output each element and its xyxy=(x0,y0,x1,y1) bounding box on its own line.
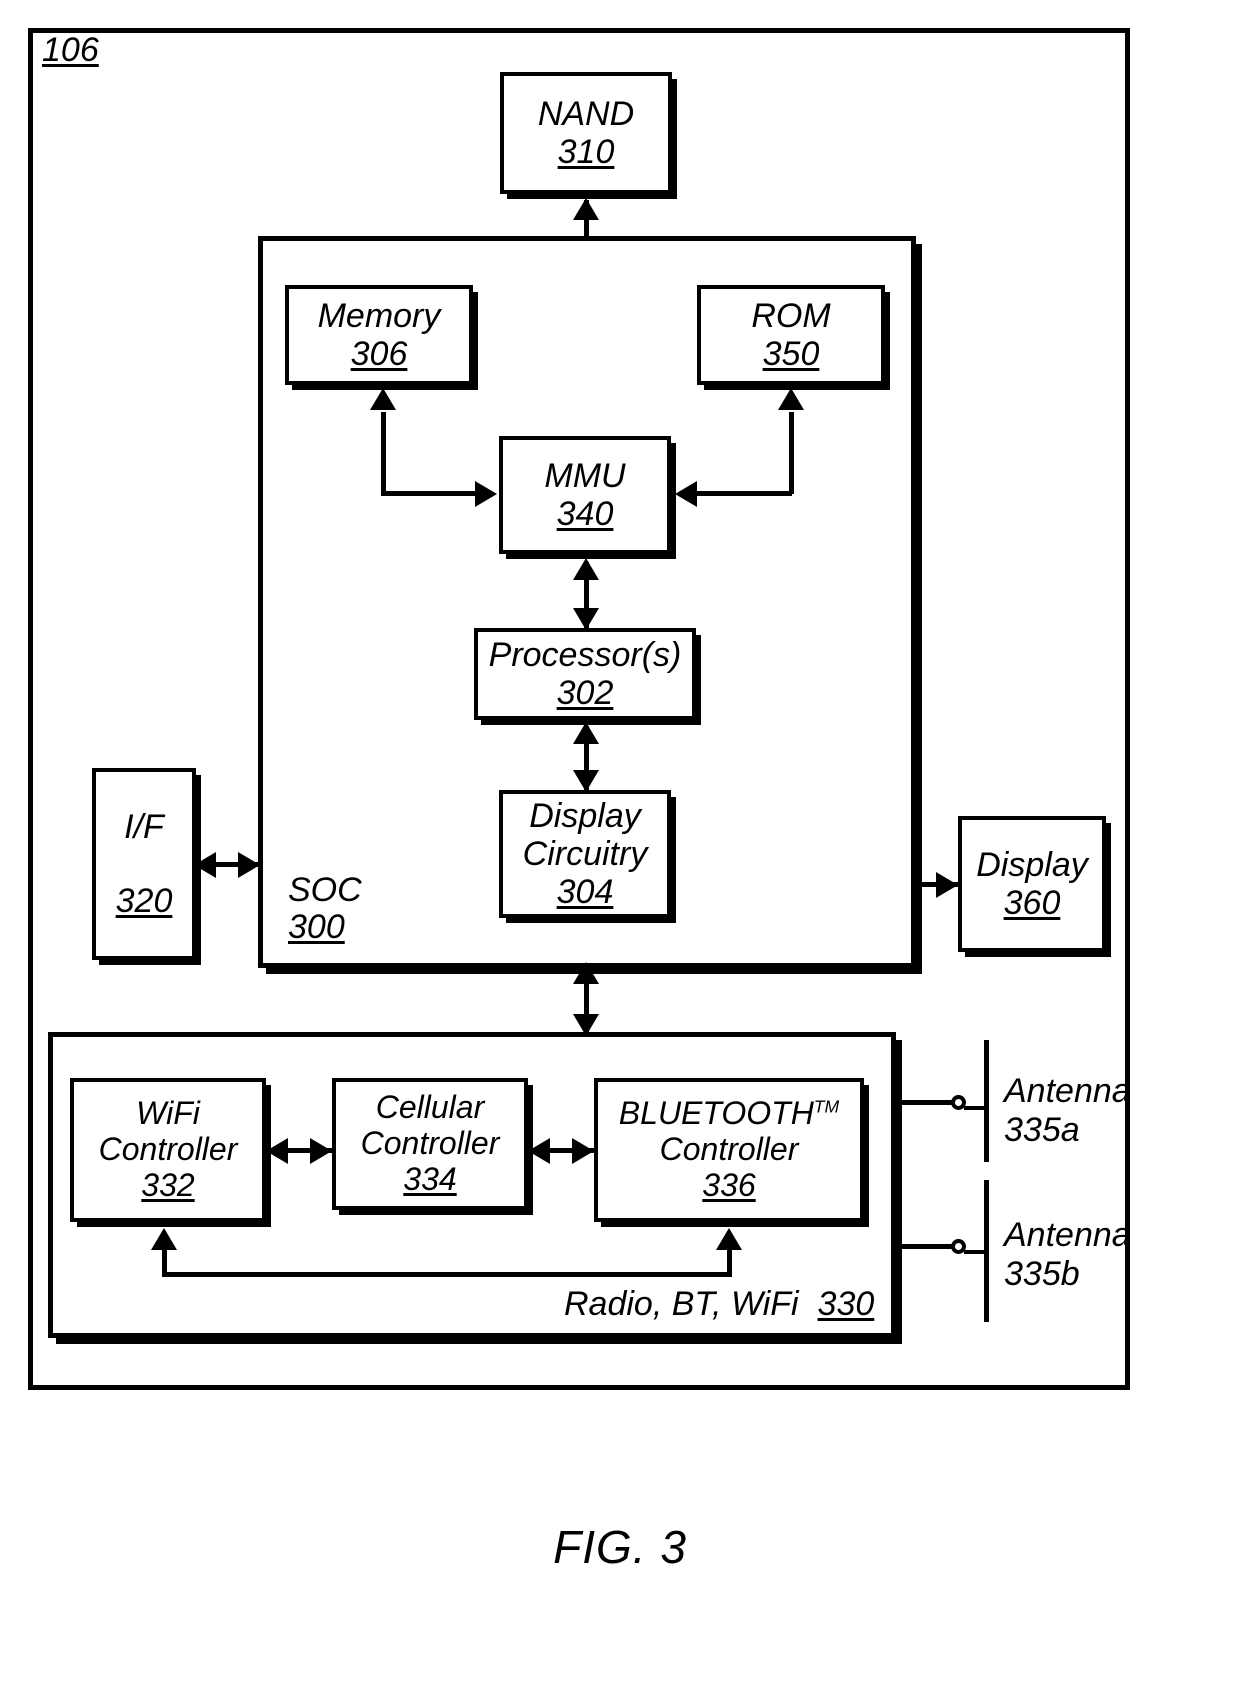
soc-ref: 300 xyxy=(288,908,345,947)
rom-ref: 350 xyxy=(762,335,820,373)
arrow-mmu-processor-up xyxy=(573,558,599,580)
line-rom-vertical xyxy=(789,412,794,494)
radio-label: Radio, BT, WiFi xyxy=(564,1285,799,1323)
bluetooth-controller-label-line1: BLUETOOTHTM xyxy=(618,1095,840,1132)
block-cellular-controller: Cellular Controller 334 xyxy=(332,1078,528,1210)
antenna-a-label-group: Antenna 335a xyxy=(1004,1072,1131,1150)
line-feedback-bus xyxy=(162,1272,732,1277)
cellular-controller-label-line2: Controller xyxy=(360,1125,500,1162)
display-circuitry-label-line1: Display xyxy=(529,796,641,835)
antenna-a-ref: 335a xyxy=(1004,1111,1080,1150)
interface-ref: 320 xyxy=(115,881,173,920)
mmu-ref: 340 xyxy=(556,495,614,533)
antenna-b-label: Antenna xyxy=(1004,1216,1131,1254)
arrow-processor-dc-up xyxy=(573,722,599,744)
soc-label-group: SOC 300 xyxy=(288,871,362,947)
display-label: Display xyxy=(976,845,1088,884)
arrow-memory-to-mmu xyxy=(475,481,497,507)
arrow-memory-up xyxy=(370,388,396,410)
arrow-cellular-bluetooth-right xyxy=(572,1138,594,1164)
block-wifi-controller: WiFi Controller 332 xyxy=(70,1078,266,1222)
trademark-symbol: TM xyxy=(813,1096,840,1117)
bluetooth-controller-name: BLUETOOTH xyxy=(618,1095,814,1132)
arrow-cellular-bluetooth-left xyxy=(528,1138,550,1164)
display-circuitry-ref: 304 xyxy=(556,873,614,912)
bluetooth-controller-ref: 336 xyxy=(702,1166,756,1203)
rom-label: ROM xyxy=(751,296,831,335)
wifi-controller-ref: 332 xyxy=(141,1166,195,1203)
arrow-wifi-cellular-left xyxy=(266,1138,288,1164)
arrow-feedback-to-wifi xyxy=(151,1228,177,1250)
soc-label: SOC xyxy=(288,871,362,909)
arrow-soc-to-display xyxy=(936,872,958,898)
bluetooth-controller-label-line2: Controller xyxy=(659,1131,799,1168)
line-rom-horizontal xyxy=(697,491,792,496)
block-nand: NAND 310 xyxy=(500,72,672,194)
processor-ref: 302 xyxy=(556,674,614,712)
processor-label: Processor(s) xyxy=(488,635,682,674)
arrow-rom-up xyxy=(778,388,804,410)
line-radio-to-antenna-b xyxy=(896,1244,958,1249)
outer-boundary-ref-106: 106 xyxy=(42,31,99,69)
display-circuitry-label-line2: Circuitry xyxy=(522,834,648,873)
antenna-b-label-group: Antenna 335b xyxy=(1004,1216,1131,1294)
arrow-interface-left xyxy=(194,852,216,878)
block-display-circuitry: Display Circuitry 304 xyxy=(499,790,671,918)
block-interface: I/F 320 xyxy=(92,768,196,960)
outer-boundary-ref-value: 106 xyxy=(42,31,99,69)
display-ref: 360 xyxy=(1003,884,1061,922)
nand-ref: 310 xyxy=(557,133,615,171)
block-processor: Processor(s) 302 xyxy=(474,628,696,720)
block-mmu: MMU 340 xyxy=(499,436,671,554)
memory-ref: 306 xyxy=(350,335,408,373)
mmu-label: MMU xyxy=(544,456,626,495)
arrow-interface-right xyxy=(238,852,260,878)
line-feedback-left-riser xyxy=(162,1248,167,1276)
arrow-mmu-processor-down xyxy=(573,608,599,630)
wifi-controller-label-line2: Controller xyxy=(98,1131,238,1168)
block-display: Display 360 xyxy=(958,816,1106,952)
interface-label: I/F xyxy=(124,807,164,846)
patent-figure-3: 106 NAND 310 SOC 300 Memory 306 ROM 350 … xyxy=(0,0,1240,1684)
arrow-wifi-cellular-right xyxy=(310,1138,332,1164)
antenna-a-mast-icon xyxy=(984,1040,989,1162)
antenna-b-ref: 335b xyxy=(1004,1255,1080,1294)
radio-label-group: Radio, BT, WiFi 330 xyxy=(564,1285,875,1323)
figure-caption: FIG. 3 xyxy=(553,1521,687,1573)
block-rom: ROM 350 xyxy=(697,285,885,385)
cellular-controller-ref: 334 xyxy=(403,1160,457,1197)
arrow-soc-radio-up xyxy=(573,962,599,984)
antenna-b-mast-icon xyxy=(984,1180,989,1322)
line-memory-vertical xyxy=(381,412,386,494)
arrow-processor-dc-down xyxy=(573,770,599,792)
line-radio-to-antenna-a xyxy=(896,1100,958,1105)
radio-ref: 330 xyxy=(817,1285,875,1323)
arrow-nand-up xyxy=(573,198,599,220)
wifi-controller-label-line1: WiFi xyxy=(136,1095,200,1132)
line-feedback-right-riser xyxy=(727,1248,732,1276)
cellular-controller-label-line1: Cellular xyxy=(375,1089,485,1126)
block-memory: Memory 306 xyxy=(285,285,473,385)
memory-label: Memory xyxy=(317,296,441,335)
arrow-feedback-to-bluetooth xyxy=(716,1228,742,1250)
block-bluetooth-controller: BLUETOOTHTM Controller 336 xyxy=(594,1078,864,1222)
antenna-a-label: Antenna xyxy=(1004,1072,1131,1110)
arrow-rom-to-mmu xyxy=(675,481,697,507)
nand-label: NAND xyxy=(537,94,635,133)
line-memory-horizontal xyxy=(381,491,477,496)
